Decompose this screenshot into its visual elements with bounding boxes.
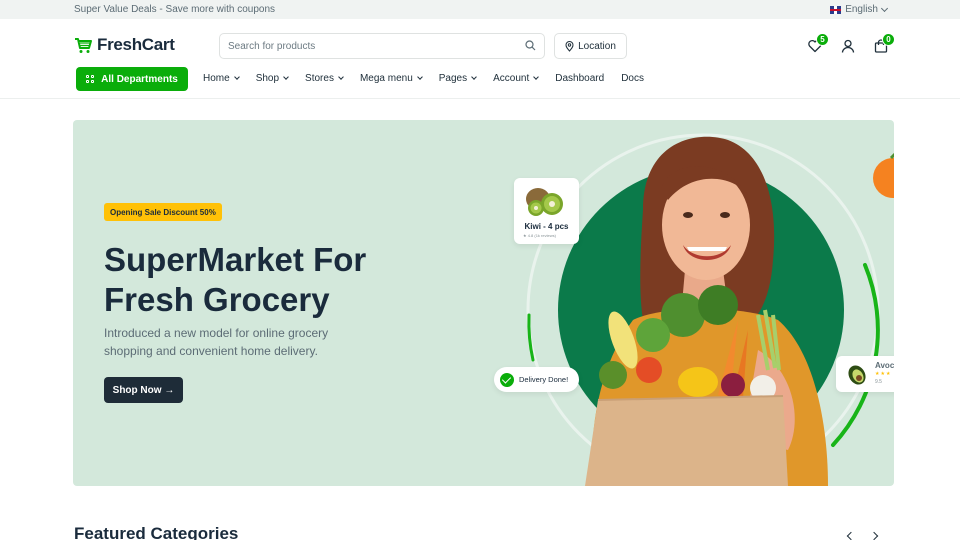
nav-item-stores[interactable]: Stores [305,73,344,84]
search-icon[interactable] [525,40,536,51]
cart-button[interactable]: 0 [873,33,895,54]
kiwi-name: Kiwi - 4 pcs [524,222,569,231]
account-button[interactable] [840,38,856,54]
hero-title-line2: Fresh Grocery [104,281,330,318]
nav-label: Account [493,73,530,84]
nav-item-dashboard[interactable]: Dashboard [555,73,604,84]
chevron-down-icon [283,74,289,80]
nav-label: Docs [621,73,644,84]
kiwi-rating: ★ 4.8 (1k reviews) [523,233,556,238]
location-label: Location [578,40,616,52]
chevron-right-icon [869,531,878,540]
nav-label: Pages [438,73,468,84]
nav-item-home[interactable]: Home [203,73,240,84]
nav-item-mega-menu[interactable]: Mega menu [359,73,423,84]
kiwi-image [526,188,563,216]
chevron-down-icon [416,74,423,80]
avocado-product-card[interactable]: Avoc ★★★ 9.5 [836,356,894,392]
nav-label: Stores [305,73,334,84]
nav-item-shop[interactable]: Shop [255,73,289,84]
nav-label: Mega menu [359,73,413,84]
logo[interactable]: FreshCart [74,35,175,55]
chevron-down-icon [233,74,240,80]
hero-title: SuperMarket For Fresh Grocery [104,240,404,320]
delivery-status-card: Delivery Done! [494,367,579,392]
avocado-price: 9.5 [875,379,882,385]
search-input[interactable] [220,34,510,58]
wishlist-button[interactable]: 5 [807,33,829,54]
wishlist-count-badge: 5 [816,33,829,46]
hero-banner: Opening Sale Discount 50% SuperMarket Fo… [73,120,894,486]
grid-icon [86,75,95,83]
hero-title-line1: SuperMarket For [104,241,367,278]
kiwi-product-card[interactable]: Kiwi - 4 pcs ★ 4.8 (1k reviews) [514,178,579,244]
check-circle-icon [500,372,514,387]
featured-categories-title: Featured Categories [74,524,239,540]
chevron-down-icon [880,4,889,12]
nav-label: Shop [255,73,280,84]
search-box[interactable] [219,33,545,59]
all-departments-label: All Departments [101,73,178,85]
map-pin-icon [565,40,574,52]
deal-text: Super Value Deals - Save more with coupo… [74,4,276,15]
delivery-status-text: Delivery Done! [519,375,569,384]
chevron-left-icon [846,531,855,540]
prev-arrow-button[interactable] [841,528,857,540]
promo-badge: Opening Sale Discount 50% [104,203,222,221]
header-divider [0,98,960,99]
nav-label: Dashboard [555,73,605,84]
nav-label: Home [203,73,230,84]
hero-illustration [526,133,894,486]
nav-item-docs[interactable]: Docs [621,73,644,84]
rating-stars-icon: ★★★ [875,371,892,377]
chevron-down-icon [338,74,344,80]
next-arrow-button[interactable] [867,528,883,540]
chevron-down-icon [533,74,540,80]
main-nav: Home Shop Stores Mega menu Pages Account… [203,73,661,84]
location-button[interactable]: Location [554,33,627,59]
avocado-image [848,365,866,385]
logo-text: FreshCart [97,35,175,54]
user-icon [841,39,855,53]
language-label: English [845,4,878,15]
hero-description: Introduced a new model for online grocer… [104,326,329,358]
all-departments-button[interactable]: All Departments [76,67,188,91]
shop-now-button[interactable]: Shop Now → [104,377,183,403]
cart-count-badge: 0 [882,33,895,46]
top-bar: Super Value Deals - Save more with coupo… [0,0,960,19]
language-selector[interactable]: English [830,4,889,15]
avocado-name: Avoc [875,361,894,370]
uk-flag-icon [830,5,842,14]
nav-item-account[interactable]: Account [493,73,540,84]
chevron-down-icon [471,74,477,80]
cart-logo-icon [75,37,92,53]
nav-item-pages[interactable]: Pages [438,73,477,84]
